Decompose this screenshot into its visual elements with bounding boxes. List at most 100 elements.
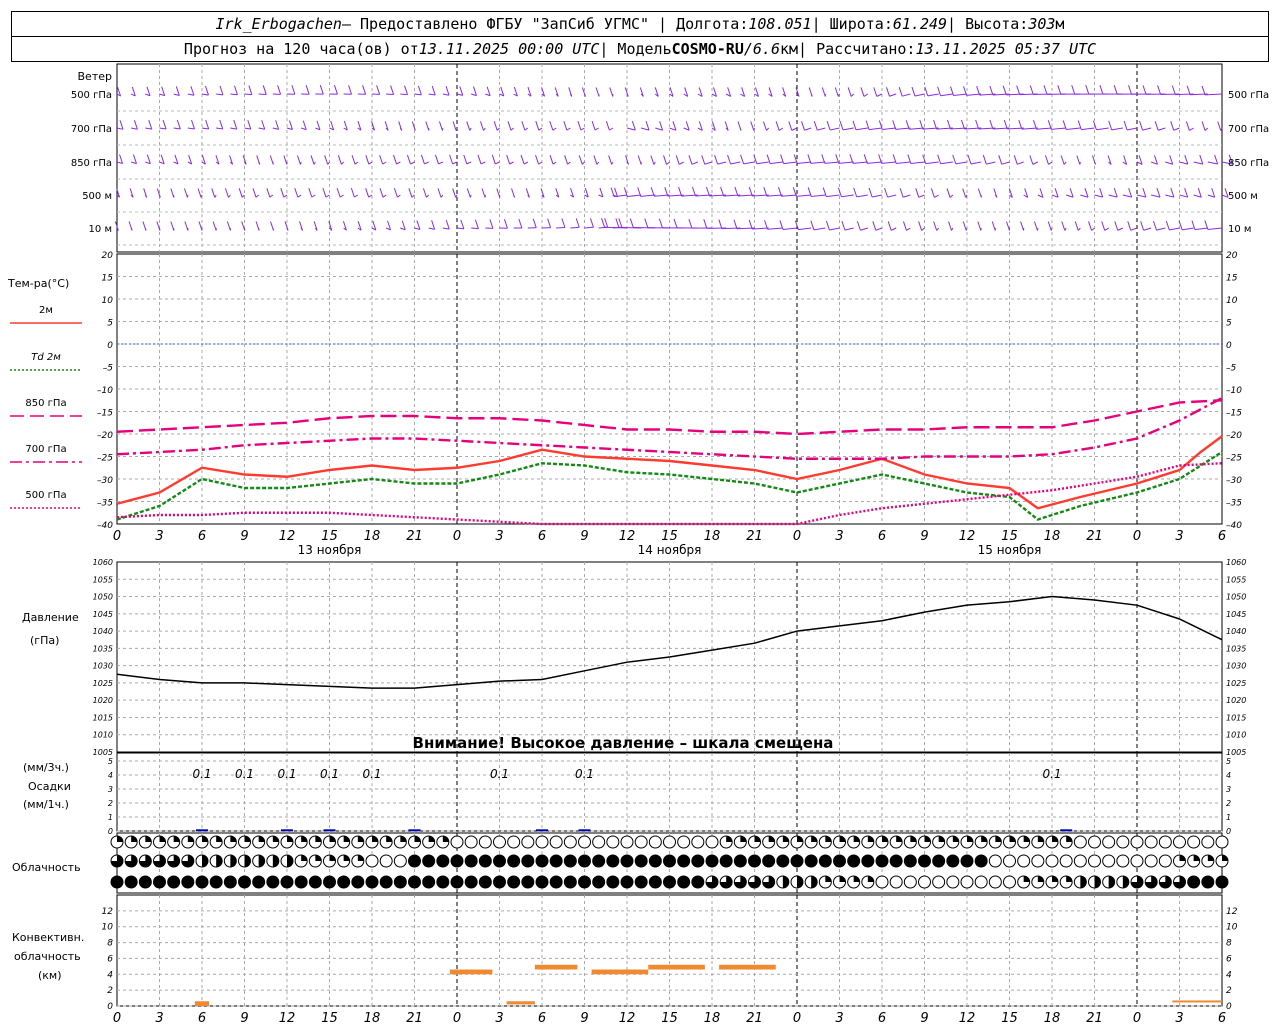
x-tick-label: 6 [538,1011,546,1024]
wind-barb [781,194,798,197]
cloud-symbol [1017,854,1031,868]
wind-barb-flag [511,188,516,198]
cloud-symbol [153,875,166,889]
wind-barb [949,194,954,198]
wind-barb [368,161,373,165]
cloud-symbol [195,875,209,889]
wind-barb [1066,127,1081,130]
cloud-symbol [1003,854,1016,868]
wind-barb-flag [604,218,609,228]
cloud-fill [145,836,152,842]
wind-barb-flag [205,119,210,130]
press-ytick-left: 1045 [93,610,113,619]
cloud-symbol [1088,854,1101,868]
cloud-symbol [748,854,761,868]
wind-barb-flag [143,188,148,198]
wind-barb-flag [1127,221,1132,231]
cloud-fill [952,836,959,842]
wind-barb-flag [133,154,137,164]
cloud-symbol [875,854,889,868]
precip-ytick-left: 3 [108,785,113,794]
conv-ytick-left: 4 [107,970,113,980]
x-tick-label: 3 [835,1011,843,1024]
cloud-symbol [918,875,931,889]
wind-barb-flag [762,121,767,131]
wind-barb-flag [1170,187,1175,198]
wind-barb-flag [663,155,668,165]
cloud-symbol [663,854,676,868]
wind-barb [782,227,798,230]
cloud-symbol [946,854,960,868]
wind-barb-flag [701,155,706,165]
wind-barb-flag [1113,85,1118,95]
wind-barb-flag [644,218,649,228]
press-ytick-left: 1015 [93,713,113,722]
cloud-fill [315,836,322,842]
wind-barb-flag [1199,154,1204,165]
wind-barb [1036,127,1053,130]
wind-barb-flag [1171,85,1176,95]
wind-barb-flag [431,220,436,230]
wind-barb [804,127,812,131]
conv-bar [719,964,776,970]
cloud-fill [811,836,818,842]
cloud-symbol [790,854,804,868]
temp-ytick-right: –40 [1226,521,1242,531]
wind-barb-flag [775,121,780,131]
cloud-fill [187,836,194,842]
cloud-symbol [464,875,478,889]
wind-barb-flag [362,85,367,95]
press-ytick-right: 1015 [1226,713,1246,722]
temp-ytick-left: –35 [97,499,113,509]
wind-barb [354,161,359,165]
cloud-symbol [238,875,251,889]
cloud-symbol [535,854,549,868]
wind-barb-flag [873,87,878,97]
wind-barb-flag [348,85,353,95]
wind-level-left: 850 гПа [71,158,112,169]
wind-barb-flag [847,87,852,97]
cloud-symbol [563,854,577,868]
wind-barb-flag [431,85,436,96]
precip-ytick-left: 0 [108,827,113,836]
cloud-symbol [478,835,492,849]
wind-barb-flag [788,121,793,131]
wind-barb-flag [675,155,680,165]
cloud-symbol [422,854,436,868]
precip-title: Осадки [28,780,71,793]
press-ytick-right: 1045 [1226,610,1246,619]
conv-ytick-right: 4 [1226,970,1232,980]
wind-barb-flag [1002,85,1007,95]
wind-barb [743,161,755,165]
cloud-symbol [365,854,379,868]
temp-ytick-left: –20 [97,431,113,441]
wind-barb-flag [493,121,498,131]
wind-barb [442,93,450,96]
pressure-title: Давление [22,611,79,624]
wind-barb-flag [205,85,209,96]
temp-ytick-left: –30 [97,476,113,486]
cloud-fill [967,836,973,842]
wind-barb [811,194,826,197]
wind-barb [410,161,415,165]
cloud-symbol [549,875,563,889]
conv-ytick-right: 10 [1226,923,1238,933]
wind-barb-flag [190,86,195,96]
wind-barb [230,127,237,130]
wind-barb [704,161,713,165]
wind-barb-flag [176,119,181,130]
cloud-symbol [847,854,861,868]
wind-barb-flag [1185,121,1190,131]
cloud-symbol [762,854,776,868]
wind-barb [201,93,209,96]
wind-barb-flag [224,188,229,198]
wind-barb-flag [899,188,904,198]
precip-ytick-right: 3 [1226,785,1231,794]
cloud-symbol [1031,854,1045,868]
wind-barb [201,127,209,130]
wind-barb-flag [503,219,508,229]
wind-barb-flag [336,187,341,198]
wind-barb [756,161,769,165]
wind-barb-flag [1013,155,1018,165]
precip-ytick-right: 0 [1226,827,1231,836]
